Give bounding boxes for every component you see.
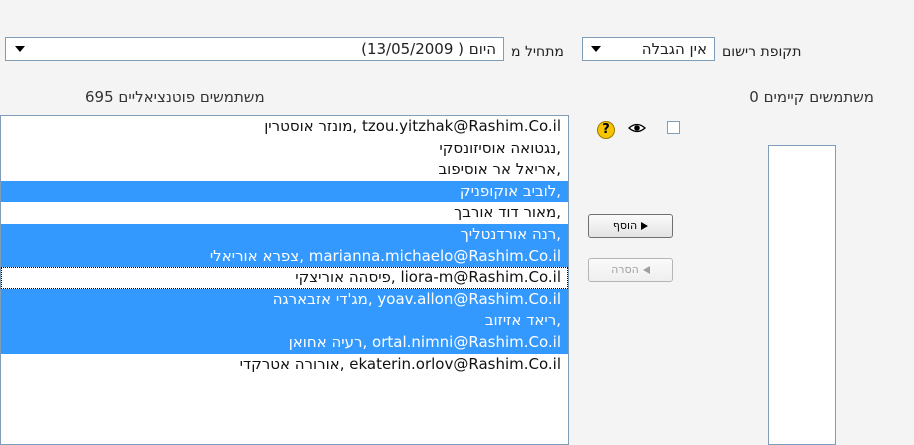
list-item[interactable]: אריאל אר אוסיפוב, xyxy=(1,159,568,181)
list-item[interactable]: מג'די אזבארגה, yoav.allon@Rashim.Co.il xyxy=(1,288,568,311)
potential-users-count: 695 משתמשים פוטנציאליים xyxy=(85,88,265,106)
list-item[interactable]: אורורה אטרקדי, ekaterin.orlov@Rashim.Co.… xyxy=(1,354,568,376)
list-item[interactable]: רנה אורדנטליך, xyxy=(1,223,568,246)
enrol-period-select[interactable]: אין הגבלה xyxy=(582,37,715,61)
list-item[interactable]: ריאד אזיזוב, xyxy=(1,310,568,332)
list-item[interactable]: מאור דוד אורבך, xyxy=(1,202,568,224)
enrol-period-label: תקופת רישום xyxy=(722,44,802,60)
add-button-label: הוסף xyxy=(612,219,638,232)
potential-users-list[interactable]: מונזר אוסטרין, tzou.yitzhak@Rashim.Co.il… xyxy=(0,115,569,445)
list-item[interactable]: פיסהה אוריצקי, liora-m@Rashim.Co.il xyxy=(1,267,568,289)
list-item[interactable]: רעיה אחואן, ortal.nimni@Rashim.Co.il xyxy=(1,331,568,354)
help-icon[interactable]: ? xyxy=(597,121,615,139)
enrol-period-value: אין הגבלה xyxy=(641,40,707,58)
enrol-start-select[interactable]: היום ( 13/05/2009) xyxy=(5,37,504,61)
chevron-down-icon xyxy=(15,46,25,52)
list-item[interactable]: לוביב אוקופניק, xyxy=(1,180,568,203)
add-button[interactable]: הוסף xyxy=(588,214,673,238)
list-item[interactable]: נגטואה אוסיזונסקי, xyxy=(1,138,568,160)
show-selected-checkbox[interactable] xyxy=(667,121,680,134)
remove-button-label: הסרה xyxy=(611,263,639,276)
enrol-start-value: היום ( 13/05/2009) xyxy=(361,40,496,58)
eye-icon[interactable] xyxy=(628,121,646,135)
top-strip xyxy=(0,0,914,30)
enrol-start-label: מתחיל מ xyxy=(511,44,564,60)
existing-users-count: 0 משתמשים קיימים xyxy=(749,88,874,106)
remove-button[interactable]: הסרה xyxy=(588,258,673,282)
list-item[interactable]: מונזר אוסטרין, tzou.yitzhak@Rashim.Co.il xyxy=(1,116,568,138)
list-item[interactable]: צפרא אוריאלי, marianna.michaelo@Rashim.C… xyxy=(1,245,568,268)
existing-users-list[interactable] xyxy=(768,145,836,445)
arrow-left-icon xyxy=(642,266,650,274)
chevron-down-icon xyxy=(591,46,601,52)
arrow-right-icon xyxy=(641,222,649,230)
